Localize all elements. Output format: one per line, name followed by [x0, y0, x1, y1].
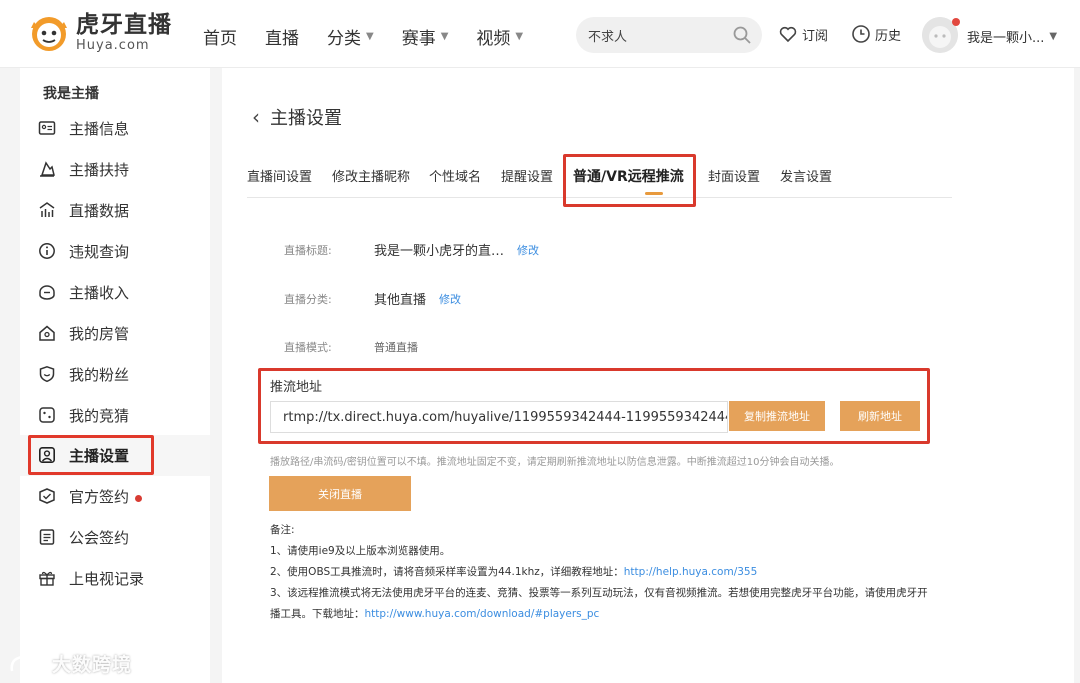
- tab-custom-domain[interactable]: 个性域名: [429, 166, 481, 185]
- stream-url-field[interactable]: [270, 401, 728, 433]
- watermark-logo-icon: [10, 654, 48, 671]
- tab-nickname[interactable]: 修改主播昵称: [332, 166, 410, 185]
- guess-icon: [39, 407, 55, 423]
- notes-section: 备注: 1、请使用ie9及以上版本浏览器使用。 2、使用OBS工具推流时，请将音…: [270, 520, 928, 625]
- highlight-box-tab: [563, 154, 696, 207]
- download-link[interactable]: http://www.huya.com/download/#players_pc: [365, 608, 600, 620]
- huya-logo-icon: [31, 17, 67, 51]
- search-icon[interactable]: [732, 25, 752, 45]
- back-chevron-icon: ‹: [252, 105, 260, 129]
- sidebar-item-income[interactable]: 主播收入: [20, 272, 210, 313]
- watermark: 大数跨境: [8, 650, 132, 677]
- help-link[interactable]: http://help.huya.com/355: [624, 566, 758, 578]
- copy-stream-url-button[interactable]: 复制推流地址: [729, 401, 825, 431]
- caret-down-icon: ▼: [366, 31, 374, 42]
- support-icon: [40, 161, 55, 177]
- data-icon: [39, 202, 55, 217]
- sidebar-item-anchor-info[interactable]: 主播信息: [20, 108, 210, 149]
- nav-home[interactable]: 首页: [203, 24, 237, 49]
- notes-title: 备注:: [270, 524, 295, 536]
- field-stream-mode: 直播模式: 普通直播: [284, 341, 418, 354]
- history-link[interactable]: 历史: [851, 24, 901, 44]
- wallet-icon: [39, 285, 55, 300]
- id-card-icon: [38, 121, 56, 135]
- sidebar: 我是主播 主播信息 主播扶持 直播数据 违规查询 主播收入 我的房管 我的粉丝: [20, 68, 210, 683]
- sidebar-item-violations[interactable]: 违规查询: [20, 231, 210, 272]
- clock-icon: [852, 25, 870, 43]
- sidebar-item-guess[interactable]: 我的竞猜: [20, 395, 210, 436]
- sidebar-item-support[interactable]: 主播扶持: [20, 149, 210, 190]
- chevron-down-icon: ▼: [1049, 31, 1058, 42]
- main-nav: 首页 直播 分类 ▼ 赛事 ▼ 视频 ▼: [203, 24, 551, 49]
- search-input[interactable]: [588, 25, 728, 45]
- highlight-box-sidebar: [28, 435, 154, 475]
- notification-dot: [952, 18, 960, 26]
- search-box: [576, 17, 762, 53]
- sidebar-item-tv-record[interactable]: 上电视记录: [20, 558, 210, 599]
- brand-name-cn: 虎牙直播: [76, 12, 172, 38]
- stream-hint: 播放路径/串流码/密钥位置可以不填。推流地址固定不变，请定期刷新推流地址以防信息…: [270, 457, 840, 468]
- edit-category-link[interactable]: 修改: [439, 291, 461, 307]
- caret-down-icon: ▼: [515, 31, 524, 42]
- house-icon: [39, 325, 55, 341]
- nav-live[interactable]: 直播: [265, 24, 299, 49]
- notes-line-3: 3、该远程推流模式将无法使用虎牙平台的连麦、竞猜、投票等一系列互动玩法，仅有音视…: [270, 587, 928, 599]
- nav-category[interactable]: 分类 ▼: [327, 24, 374, 49]
- subscribe-link[interactable]: 订阅: [778, 24, 828, 44]
- sidebar-item-room-manager[interactable]: 我的房管: [20, 313, 210, 354]
- caret-down-icon: ▼: [440, 31, 449, 42]
- brand-name-en: Huya.com: [76, 38, 150, 53]
- main-panel: ‹ 主播设置 直播间设置 修改主播昵称 个性域名 提醒设置 普通/VR远程推流 …: [222, 68, 1074, 683]
- sidebar-title: 我是主播: [43, 86, 99, 102]
- nav-videos[interactable]: 视频 ▼: [476, 24, 523, 49]
- tab-cover[interactable]: 封面设置: [708, 166, 760, 185]
- sidebar-item-guild-sign[interactable]: 公会签约: [20, 517, 210, 558]
- huya-logo[interactable]: 虎牙直播 Huya.com: [28, 14, 172, 52]
- edit-title-link[interactable]: 修改: [517, 242, 539, 258]
- top-navbar: 虎牙直播 Huya.com 首页 直播 分类▼ 赛事▼ 视频▼ 订阅: [0, 0, 1080, 68]
- new-badge-dot: [135, 495, 142, 502]
- stream-url-label: 推流地址: [270, 380, 323, 395]
- gift-icon: [39, 571, 55, 586]
- sidebar-item-official-sign[interactable]: 官方签约: [20, 476, 210, 517]
- tab-reminders[interactable]: 提醒设置: [501, 166, 553, 185]
- page-title[interactable]: ‹ 主播设置: [252, 104, 342, 130]
- refresh-url-button[interactable]: 刷新地址: [840, 401, 920, 431]
- field-stream-category: 直播分类: 其他直播 修改: [284, 291, 462, 309]
- heart-icon: [779, 26, 797, 43]
- user-menu[interactable]: 我是一颗小... ▼: [967, 27, 1057, 46]
- sidebar-item-live-data[interactable]: 直播数据: [20, 190, 210, 231]
- nav-events[interactable]: 赛事 ▼: [402, 24, 449, 49]
- field-stream-title: 直播标题: 我是一颗小虎牙的直… 修改: [284, 242, 540, 260]
- tab-room-settings[interactable]: 直播间设置: [247, 166, 312, 185]
- shield-icon: [39, 366, 55, 383]
- notes-line-2: 2、使用OBS工具推流时，请将音频采样率设置为44.1khz，详细教程地址：ht…: [270, 566, 758, 578]
- notes-line-4: 播工具。下载地址：http://www.huya.com/download/#p…: [270, 608, 600, 620]
- tab-chat[interactable]: 发言设置: [780, 166, 832, 185]
- notes-line-1: 1、请使用ie9及以上版本浏览器使用。: [270, 545, 451, 557]
- sidebar-item-fans[interactable]: 我的粉丝: [20, 354, 210, 395]
- sign-icon: [39, 488, 55, 504]
- close-live-button[interactable]: 关闭直播: [269, 476, 411, 511]
- doc-icon: [39, 529, 55, 545]
- info-icon: [39, 243, 55, 259]
